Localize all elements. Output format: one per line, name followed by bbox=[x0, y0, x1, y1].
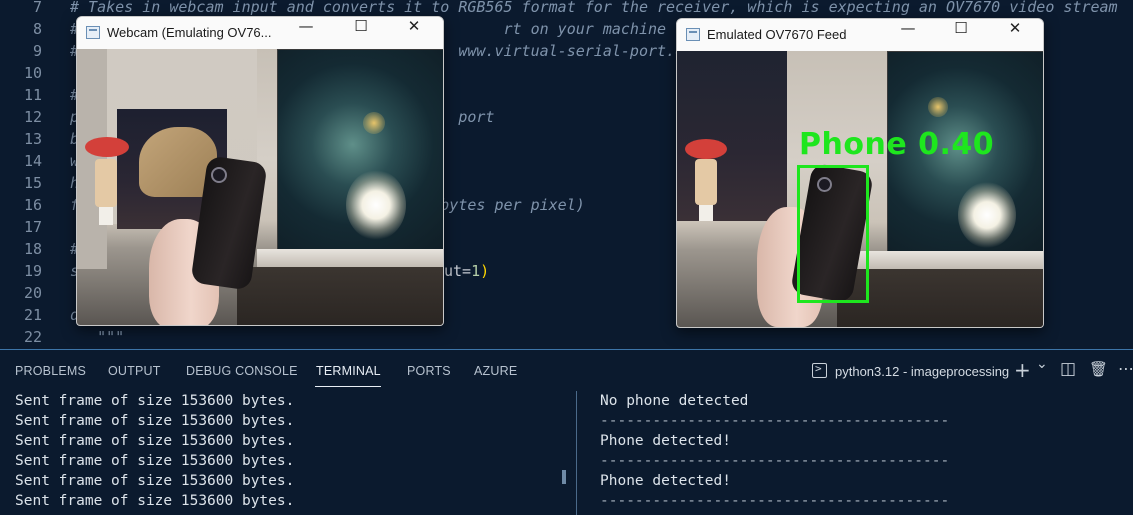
terminal-separator: ---------------------------------------- bbox=[600, 413, 950, 429]
trash-icon[interactable]: 🗑 bbox=[1089, 360, 1108, 378]
line-number: 11 bbox=[23, 86, 42, 104]
code-text: """ bbox=[70, 328, 125, 346]
emulated-feed-window[interactable]: Emulated OV7670 Feed — ☐ ✕ Phone 0.40 bbox=[676, 18, 1044, 328]
line-number: 22 bbox=[23, 328, 42, 346]
webcam-window[interactable]: Webcam (Emulating OV76... — ☐ ✕ bbox=[76, 16, 444, 326]
active-tab-indicator bbox=[315, 386, 381, 387]
tab-ports[interactable]: PORTS bbox=[407, 364, 451, 378]
line-number: 21 bbox=[23, 306, 42, 324]
split-terminal-icon[interactable]: ◫ bbox=[1060, 359, 1076, 379]
emulated-titlebar[interactable]: Emulated OV7670 Feed — ☐ ✕ bbox=[677, 19, 1043, 51]
terminal-separator: ---------------------------------------- bbox=[600, 453, 950, 469]
bottom-panel: PROBLEMS OUTPUT DEBUG CONSOLE TERMINAL P… bbox=[0, 349, 1133, 515]
panel-tabs: PROBLEMS OUTPUT DEBUG CONSOLE TERMINAL P… bbox=[0, 350, 1133, 392]
code-number-token: 1 bbox=[471, 262, 481, 280]
add-terminal-icon[interactable]: + bbox=[1014, 358, 1031, 382]
window-app-icon bbox=[686, 28, 700, 41]
emulated-video-feed: Phone 0.40 bbox=[677, 51, 1043, 327]
terminal-line: Sent frame of size 153600 bytes. bbox=[15, 413, 295, 429]
line-number: 17 bbox=[23, 218, 42, 236]
line-number: 20 bbox=[23, 284, 42, 302]
emulated-window-title: Emulated OV7670 Feed bbox=[707, 27, 847, 42]
terminal-line: Phone detected! bbox=[600, 473, 731, 489]
terminal-separator: ---------------------------------------- bbox=[600, 493, 950, 509]
terminal-pane-left[interactable]: Sent frame of size 153600 bytes. Sent fr… bbox=[15, 391, 294, 511]
terminal-line: Sent frame of size 153600 bytes. bbox=[15, 493, 295, 509]
minimize-icon[interactable]: — bbox=[885, 19, 931, 51]
terminal-line: No phone detected bbox=[600, 393, 749, 409]
tab-problems[interactable]: PROBLEMS bbox=[15, 364, 86, 378]
code-text-tail: ut=1) bbox=[444, 260, 489, 282]
tab-output[interactable]: OUTPUT bbox=[108, 364, 161, 378]
webcam-window-title: Webcam (Emulating OV76... bbox=[107, 25, 272, 40]
line-number: 14 bbox=[23, 152, 42, 170]
line-number: 16 bbox=[23, 196, 42, 214]
tab-terminal[interactable]: TERMINAL bbox=[316, 364, 381, 378]
close-icon[interactable]: ✕ bbox=[992, 19, 1038, 51]
code-token: ut= bbox=[444, 262, 472, 280]
line-number: 15 bbox=[23, 174, 42, 192]
line-number: 12 bbox=[23, 108, 42, 126]
line-number: 19 bbox=[23, 262, 42, 280]
scrollbar-thumb[interactable] bbox=[562, 470, 566, 484]
terminal-line: Sent frame of size 153600 bytes. bbox=[15, 473, 295, 489]
close-icon[interactable]: ✕ bbox=[391, 17, 437, 49]
terminal-line: Sent frame of size 153600 bytes. bbox=[15, 393, 295, 409]
terminal-pane-right[interactable]: No phone detected ----------------------… bbox=[600, 391, 949, 511]
terminal-line: Sent frame of size 153600 bytes. bbox=[15, 433, 295, 449]
terminal-line: Sent frame of size 153600 bytes. bbox=[15, 453, 295, 469]
chevron-down-icon[interactable]: ⌄ bbox=[1036, 356, 1048, 372]
minimize-icon[interactable]: — bbox=[283, 17, 329, 49]
tab-azure[interactable]: AZURE bbox=[474, 364, 517, 378]
line-number: 10 bbox=[23, 64, 42, 82]
more-actions-icon[interactable]: ⋯ bbox=[1118, 359, 1133, 378]
code-line: 22 """ bbox=[0, 326, 1133, 348]
maximize-icon[interactable]: ☐ bbox=[938, 19, 984, 51]
terminal-splitter[interactable] bbox=[576, 391, 577, 515]
webcam-titlebar[interactable]: Webcam (Emulating OV76... — ☐ ✕ bbox=[77, 17, 443, 49]
terminal-line: Phone detected! bbox=[600, 433, 731, 449]
webcam-video-feed bbox=[77, 49, 443, 325]
line-number: 7 bbox=[32, 0, 42, 16]
terminal-selector[interactable]: python3.12 - imageprocessing bbox=[835, 364, 1009, 379]
maximize-icon[interactable]: ☐ bbox=[338, 17, 384, 49]
code-paren-token: ) bbox=[480, 262, 490, 280]
tab-debug-console[interactable]: DEBUG CONSOLE bbox=[186, 364, 298, 378]
line-number: 8 bbox=[32, 20, 42, 38]
detection-bounding-box bbox=[797, 165, 869, 303]
detection-label: Phone 0.40 bbox=[799, 127, 995, 162]
line-number: 9 bbox=[32, 42, 42, 60]
window-app-icon bbox=[86, 26, 100, 39]
line-number: 13 bbox=[23, 130, 42, 148]
line-number: 18 bbox=[23, 240, 42, 258]
terminal-icon bbox=[812, 362, 827, 378]
